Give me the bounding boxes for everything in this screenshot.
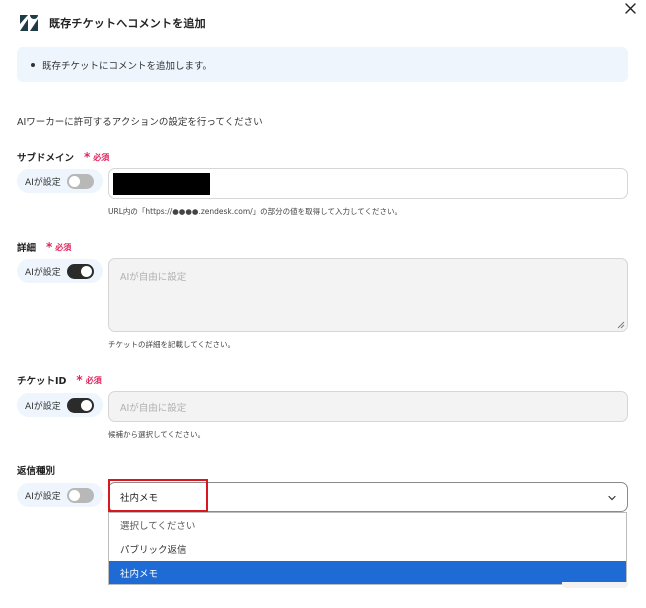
reply-type-dropdown: 選択してください パブリック返信 社内メモ — [108, 512, 627, 585]
toggle-switch-on[interactable] — [66, 397, 94, 413]
dropdown-option-internal-memo[interactable]: 社内メモ — [109, 561, 626, 584]
background-footer-edge — [562, 582, 628, 588]
dialog-header: 既存チケットへコメントを追加 — [18, 12, 206, 34]
reply-type-ai-toggle[interactable]: AIが設定 — [17, 483, 103, 507]
subdomain-input[interactable] — [108, 168, 628, 199]
close-button[interactable] — [621, 0, 639, 16]
ticket-id-input[interactable]: AIが自由に設定 — [108, 391, 628, 422]
details-help: チケットの詳細を記載してください。 — [108, 340, 236, 349]
chevron-down-icon[interactable] — [607, 493, 617, 503]
reply-type-selected-value: 社内メモ — [120, 493, 159, 504]
info-box: 既存チケットにコメントを追加します。 — [17, 47, 628, 82]
asterisk-icon: * — [46, 240, 53, 254]
info-text: 既存チケットにコメントを追加します。 — [42, 60, 213, 72]
ai-toggle-label: AIが設定 — [25, 267, 61, 278]
redacted-value — [113, 173, 210, 195]
toggle-switch-on[interactable] — [66, 263, 94, 279]
subdomain-label: サブドメイン — [17, 153, 75, 164]
ticket-id-label-row: チケットID * 必須 — [17, 373, 102, 387]
subdomain-help: URL内の「https://●●●●.zendesk.com/」の部分の値を取得… — [108, 207, 403, 216]
ai-toggle-label: AIが設定 — [25, 177, 61, 188]
required-text: 必須 — [55, 242, 72, 252]
toggle-knob — [80, 399, 92, 411]
ai-toggle-label: AIが設定 — [25, 401, 61, 412]
details-label: 詳細 — [17, 243, 37, 254]
bullet-dot — [31, 62, 35, 67]
toggle-knob — [68, 175, 80, 187]
asterisk-icon: * — [76, 373, 83, 387]
details-label-row: 詳細 * 必須 — [17, 240, 71, 254]
required-badge: * 必須 — [46, 240, 72, 254]
required-badge: * 必須 — [84, 150, 110, 164]
toggle-knob — [80, 265, 92, 277]
ticket-id-placeholder: AIが自由に設定 — [120, 402, 187, 414]
subdomain-ai-toggle[interactable]: AIが設定 — [17, 169, 103, 193]
section-note: AIワーカーに許可するアクションの設定を行ってください — [17, 117, 263, 128]
required-text: 必須 — [93, 152, 110, 162]
reply-type-select[interactable]: 社内メモ — [108, 482, 628, 512]
ai-toggle-label: AIが設定 — [25, 491, 61, 502]
ticket-id-help: 候補から選択してください。 — [108, 430, 206, 439]
asterisk-icon: * — [84, 150, 91, 164]
zendesk-logo-icon — [20, 15, 38, 31]
required-badge: * 必須 — [76, 373, 102, 387]
toggle-switch-off[interactable] — [66, 173, 94, 189]
required-text: 必須 — [85, 375, 102, 385]
dropdown-option-placeholder[interactable]: 選択してください — [109, 513, 626, 537]
reply-type-label: 返信種別 — [17, 466, 56, 477]
toggle-switch-off[interactable] — [66, 487, 94, 503]
subdomain-label-row: サブドメイン * 必須 — [17, 150, 109, 164]
ticket-id-label: チケットID — [17, 376, 67, 387]
details-placeholder: AIが自由に設定 — [120, 272, 187, 283]
dropdown-option-public-reply[interactable]: パブリック返信 — [109, 537, 626, 561]
ticket-id-ai-toggle[interactable]: AIが設定 — [17, 393, 103, 417]
resize-handle-icon[interactable] — [617, 321, 625, 329]
toggle-knob — [68, 489, 80, 501]
details-ai-toggle[interactable]: AIが設定 — [17, 259, 103, 283]
dialog-title: 既存チケットへコメントを追加 — [49, 17, 206, 30]
reply-type-label-row: 返信種別 — [17, 463, 55, 477]
close-icon[interactable] — [624, 2, 636, 14]
details-textarea[interactable]: AIが自由に設定 — [108, 258, 628, 332]
